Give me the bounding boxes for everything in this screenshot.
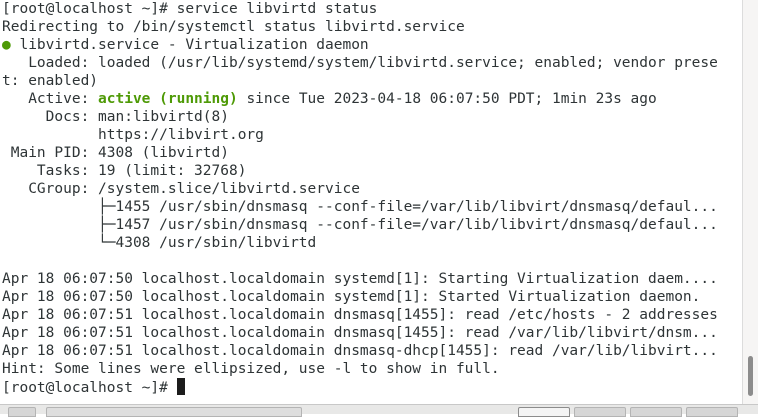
output-line: Redirecting to /bin/systemctl status lib… xyxy=(2,19,465,35)
vertical-scrollbar[interactable] xyxy=(742,0,758,404)
active-status-value: active (running) xyxy=(98,91,238,107)
output-line: Docs: man:libvirtd(8) xyxy=(2,109,229,125)
workspace-button-1[interactable] xyxy=(518,407,570,417)
output-line: Tasks: 19 (limit: 32768) xyxy=(2,163,247,179)
text-cursor xyxy=(176,378,185,395)
service-name-text: libvirtd.service - Virtualization daemon xyxy=(10,37,369,53)
workspace-button-2[interactable] xyxy=(574,407,626,417)
output-line: t: enabled) xyxy=(2,73,99,89)
output-line: Loaded: loaded (/usr/lib/systemd/system/… xyxy=(2,55,718,71)
taskbar-window-button[interactable] xyxy=(46,407,302,417)
log-line: Apr 18 06:07:51 localhost.localdomain dn… xyxy=(2,325,718,341)
service-line: ● libvirtd.service - Virtualization daem… xyxy=(2,36,369,54)
active-since-text: since Tue 2023-04-18 06:07:50 PDT; 1min … xyxy=(237,91,657,107)
output-line: CGroup: /system.slice/libvirtd.service xyxy=(2,181,360,197)
log-line: Apr 18 06:07:51 localhost.localdomain dn… xyxy=(2,343,718,359)
active-label: Active: xyxy=(2,91,99,107)
scrollbar-thumb[interactable] xyxy=(748,356,753,396)
shell-prompt: [root@localhost ~]# xyxy=(2,380,177,396)
terminal-output[interactable]: [root@localhost ~]# service libvirtd sta… xyxy=(0,0,742,404)
cgroup-tree-line: ├─1457 /usr/sbin/dnsmasq --conf-file=/va… xyxy=(2,217,718,233)
prompt-line[interactable]: [root@localhost ~]# xyxy=(2,378,185,396)
hint-line: Hint: Some lines were ellipsized, use -l… xyxy=(2,361,500,377)
workspace-button-3[interactable] xyxy=(630,407,682,417)
output-line: https://libvirt.org xyxy=(2,127,264,143)
status-dot-icon: ● xyxy=(2,37,11,53)
log-line: Apr 18 06:07:50 localhost.localdomain sy… xyxy=(2,271,718,287)
workspace-button-4[interactable] xyxy=(686,407,738,417)
active-status-line: Active: active (running) since Tue 2023-… xyxy=(2,90,657,108)
show-desktop-button[interactable] xyxy=(8,407,36,417)
cgroup-tree-line: └─4308 /usr/sbin/libvirtd xyxy=(2,235,317,251)
log-line: Apr 18 06:07:51 localhost.localdomain dn… xyxy=(2,307,718,323)
taskbar-panel xyxy=(0,404,758,417)
output-line: Main PID: 4308 (libvirtd) xyxy=(2,145,229,161)
command-line: [root@localhost ~]# service libvirtd sta… xyxy=(2,1,378,17)
log-line: Apr 18 06:07:50 localhost.localdomain sy… xyxy=(2,289,701,305)
cgroup-tree-line: ├─1455 /usr/sbin/dnsmasq --conf-file=/va… xyxy=(2,199,718,215)
